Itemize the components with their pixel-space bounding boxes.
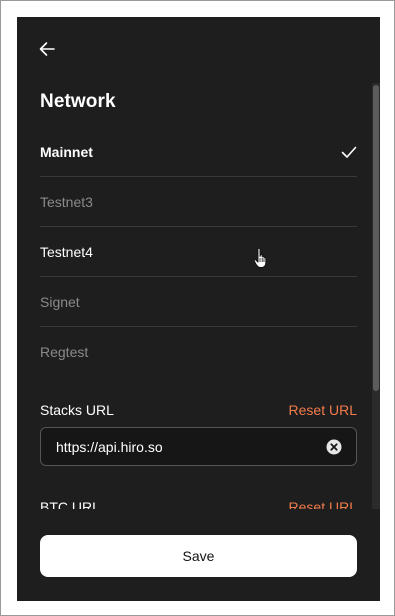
network-list: Mainnet Testnet3 Testnet4 Signet Regtest [40,127,357,377]
network-label: Testnet4 [40,243,93,260]
network-option-regtest[interactable]: Regtest [40,327,357,377]
network-option-mainnet[interactable]: Mainnet [40,127,357,177]
network-label: Testnet3 [40,193,93,210]
close-circle-icon [326,439,342,455]
hand-pointer-cursor-icon [253,247,267,268]
arrow-left-icon [39,42,55,56]
network-label: Mainnet [40,143,93,160]
scrollbar-thumb[interactable] [373,85,379,391]
network-option-testnet3[interactable]: Testnet3 [40,177,357,227]
page-title: Network [40,91,116,112]
stacks-url-label: Stacks URL [40,402,114,418]
checkmark-icon [341,146,357,158]
back-button[interactable] [37,39,57,59]
scrollbar[interactable] [372,83,380,509]
network-option-signet[interactable]: Signet [40,277,357,327]
network-label: Regtest [40,344,89,360]
save-button[interactable]: Save [40,535,357,577]
window-frame: Network Mainnet Testnet3 Testnet4 Signet… [0,0,395,616]
clear-url-button[interactable] [326,439,342,455]
stacks-reset-url-link[interactable]: Reset URL [289,402,357,418]
footer: Save [17,509,380,601]
stacks-url-field [40,427,357,466]
stacks-url-input[interactable] [56,428,316,465]
network-label: Signet [40,293,80,310]
network-option-testnet4[interactable]: Testnet4 [40,227,357,277]
network-settings-panel: Network Mainnet Testnet3 Testnet4 Signet… [17,17,380,601]
